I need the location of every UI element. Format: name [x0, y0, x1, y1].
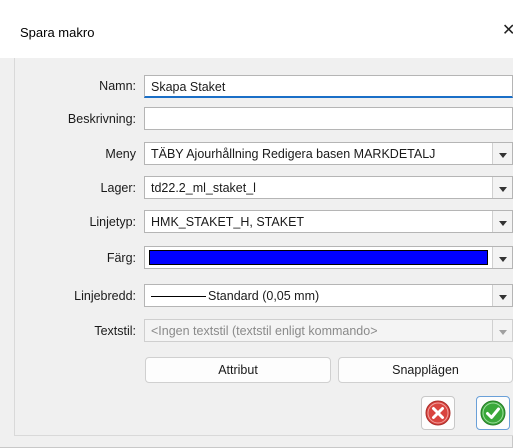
color-select[interactable] [144, 246, 513, 269]
linetype-select-value: HMK_STAKET_H, STAKET [151, 215, 305, 229]
menu-select-value: TÄBY Ajourhållning Redigera basen MARKDE… [151, 147, 436, 161]
description-input[interactable] [144, 107, 513, 130]
ok-button[interactable] [476, 396, 510, 430]
linewidth-label: Linjebredd: [74, 289, 136, 303]
linewidth-select[interactable]: Standard (0,05 mm) [144, 284, 513, 307]
name-label: Namn: [99, 79, 136, 93]
ok-check-icon [480, 400, 506, 426]
chevron-down-icon[interactable] [492, 247, 512, 268]
name-input[interactable]: Skapa Staket [144, 75, 513, 98]
description-label: Beskrivning: [67, 112, 136, 126]
textstyle-label: Textstil: [94, 324, 136, 338]
textstyle-select-value: <Ingen textstil (textstil enligt kommand… [151, 324, 378, 338]
layer-select[interactable]: td22.2_ml_staket_l [144, 176, 513, 199]
textstyle-select: <Ingen textstil (textstil enligt kommand… [144, 319, 513, 342]
line-sample [151, 296, 206, 298]
snap-modes-button[interactable]: Snapplägen [338, 357, 513, 383]
chevron-down-icon [492, 320, 512, 341]
close-icon[interactable]: ✕ [502, 20, 513, 40]
menu-select[interactable]: TÄBY Ajourhållning Redigera basen MARKDE… [144, 142, 513, 165]
title-bar: Spara makro ✕ [0, 0, 513, 58]
color-label: Färg: [106, 251, 136, 265]
cancel-button[interactable] [421, 396, 455, 430]
color-swatch [149, 250, 488, 265]
name-input-value: Skapa Staket [151, 80, 226, 94]
layer-label: Lager: [100, 181, 136, 195]
attribute-button[interactable]: Attribut [145, 357, 331, 383]
save-macro-dialog: Spara makro ✕ Namn: Skapa Staket Beskriv… [0, 0, 513, 448]
linetype-select[interactable]: HMK_STAKET_H, STAKET [144, 210, 513, 233]
chevron-down-icon[interactable] [492, 177, 512, 198]
cancel-icon [425, 400, 451, 426]
linewidth-select-value: Standard (0,05 mm) [151, 289, 319, 303]
layer-select-value: td22.2_ml_staket_l [151, 181, 256, 195]
menu-label: Meny [105, 147, 136, 161]
linewidth-text: Standard (0,05 mm) [208, 289, 320, 303]
chevron-down-icon[interactable] [492, 211, 512, 232]
dialog-title: Spara makro [20, 25, 95, 40]
linetype-label: Linjetyp: [89, 215, 136, 229]
chevron-down-icon[interactable] [492, 285, 512, 306]
chevron-down-icon[interactable] [492, 143, 512, 164]
